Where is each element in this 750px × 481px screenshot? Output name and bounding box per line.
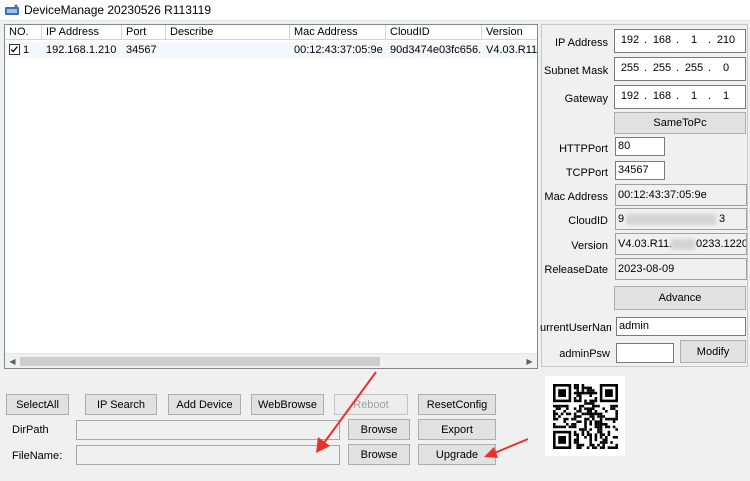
annotation-arrow [316, 371, 377, 453]
annotation-overlay [316, 371, 529, 458]
annotation-arrow [484, 438, 529, 458]
